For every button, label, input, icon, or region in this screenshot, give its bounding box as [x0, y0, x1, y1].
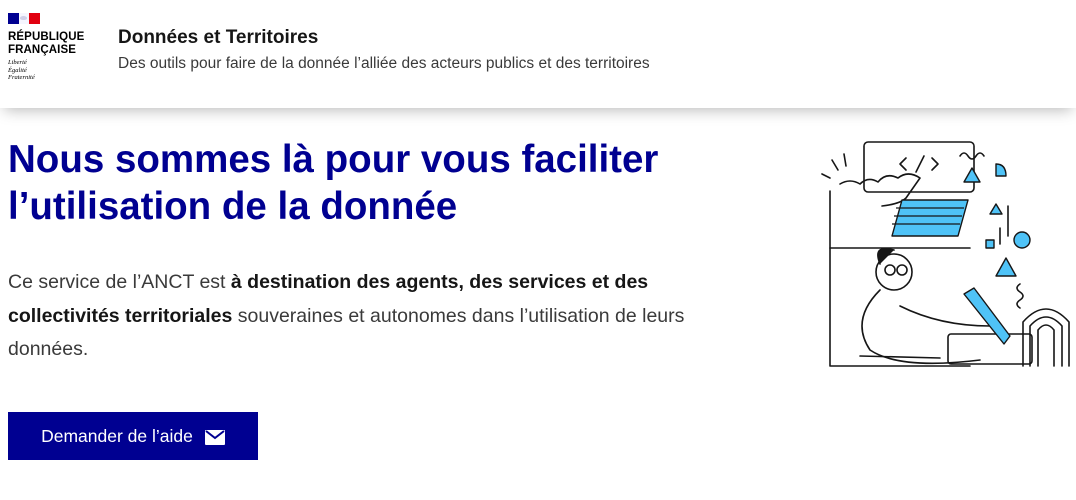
motto-liberte: Liberté	[8, 59, 27, 66]
motto-fraternite: Fraternité	[8, 74, 35, 81]
marianne-flag-icon	[8, 13, 41, 24]
hero-title: Nous sommes là pour vous faciliter l’uti…	[8, 136, 728, 230]
hero-description: Ce service de l’ANCT est à destination d…	[8, 266, 708, 367]
site-header: RÉPUBLIQUE FRANÇAISE Liberté Égalité Fra…	[0, 0, 1076, 108]
logo-name-line1: RÉPUBLIQUE	[8, 31, 85, 43]
logo-motto: Liberté Égalité Fraternité	[8, 59, 68, 82]
mail-icon	[204, 429, 225, 445]
hero-title-line2: l’utilisation de la donnée	[8, 185, 458, 228]
request-help-button[interactable]: Demander de l’aide	[8, 412, 258, 460]
hero-desc-part1: Ce service de l’ANCT est	[8, 271, 231, 293]
republique-francaise-logo[interactable]: RÉPUBLIQUE FRANÇAISE	[8, 31, 90, 57]
service-tagline: Des outils pour faire de la donnée l’all…	[118, 55, 650, 72]
request-help-label: Demander de l’aide	[41, 425, 193, 446]
logo-name-line2: FRANÇAISE	[8, 44, 76, 56]
motto-egalite: Égalité	[8, 66, 27, 74]
service-title[interactable]: Données et Territoires	[118, 27, 318, 49]
hero-title-line1: Nous sommes là pour vous faciliter	[8, 138, 659, 181]
data-illustration	[821, 141, 1070, 367]
